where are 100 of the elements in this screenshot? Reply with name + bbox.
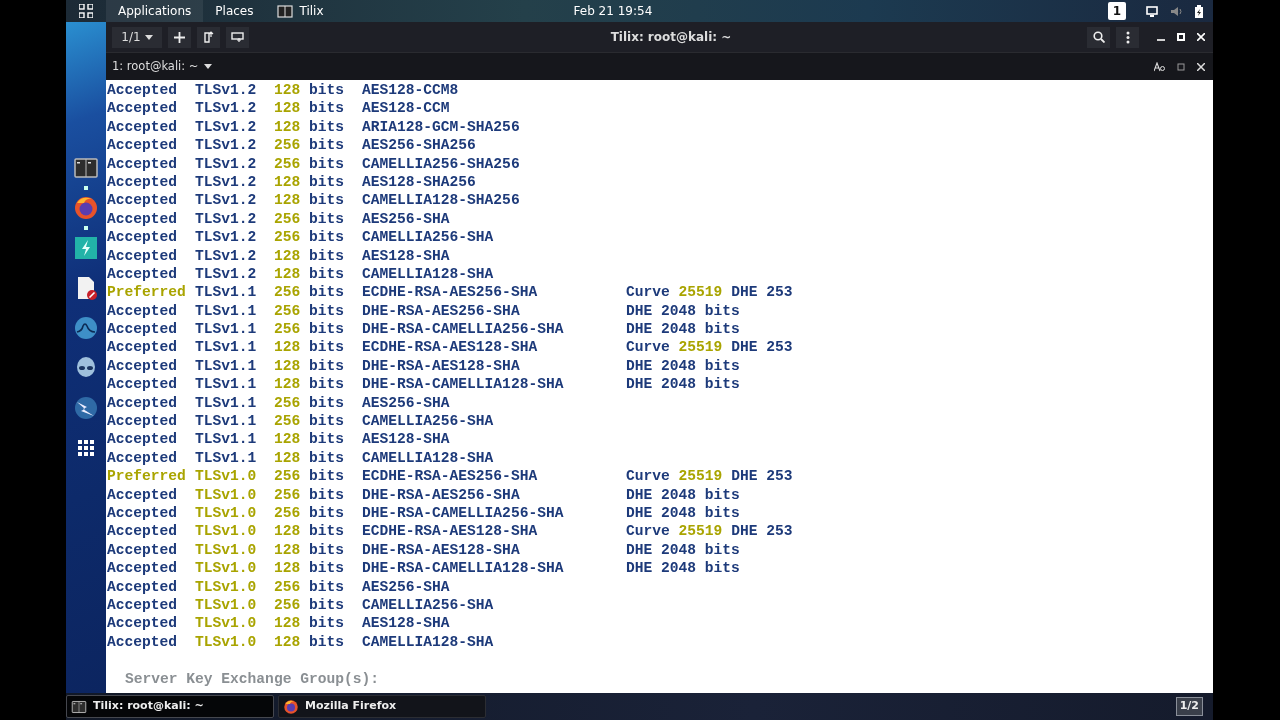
caret-icon [144,34,153,40]
lightning-icon[interactable] [73,395,99,421]
status-text: Accepted [107,117,179,137]
menu-button[interactable] [1116,26,1139,48]
bits-text: 256 [274,320,302,339]
status-text: Accepted [107,632,179,652]
status-text: Preferred [107,283,187,302]
terminal-icon[interactable] [73,155,99,181]
unit-text: bits [309,99,346,118]
protocol-text: TLSv1.2 [195,172,258,192]
unit-text: bits [309,559,346,578]
cipher-text: AES128-SHA256 [362,172,477,192]
session-dropdown[interactable]: 1/1 [112,26,162,48]
apps-grid-icon[interactable] [79,4,93,18]
workspace-indicator[interactable]: 1/2 [1175,697,1203,716]
unit-text: bits [309,117,346,137]
menu-item[interactable]: Applications [106,0,204,22]
bits-text: 128 [274,614,302,633]
workspace-indicator[interactable]: 1 [1107,2,1126,20]
bolt-icon[interactable] [73,235,99,261]
cipher-text: CAMELLIA128-SHA [362,264,495,284]
status-text: Accepted [107,136,179,155]
protocol-text: TLSv1.1 [195,320,258,339]
status-text: Accepted [107,301,179,321]
bits-text: 256 [274,467,302,486]
unit-text: bits [309,412,346,431]
status-text: Accepted [107,448,179,468]
plus-icon [174,31,185,43]
cipher-text: AES128-SHA [362,430,451,449]
bits-text: 128 [274,522,302,541]
status-text: Accepted [107,412,179,431]
search-icon [1092,31,1105,43]
cipher-text: AES256-SHA [362,577,451,596]
status-text: Accepted [107,430,179,449]
cipher-text: DHE-RSA-AES256-SHA [362,485,521,504]
font-size-icon[interactable] [1154,61,1165,72]
status-text: Accepted [107,485,179,504]
menu-icon [1125,30,1130,44]
status-text: Accepted [107,504,179,523]
unit-text: bits [309,540,346,560]
bits-text: 256 [274,301,302,321]
protocol-text: TLSv1.1 [195,356,258,376]
display-icon[interactable] [1146,5,1158,17]
bits-text: 256 [274,209,302,229]
bits-text: 256 [274,154,302,173]
fin-icon[interactable] [73,315,99,341]
split-button[interactable] [226,26,249,48]
split-button[interactable] [197,26,220,48]
browser-icon[interactable] [73,195,99,221]
status-text: Accepted [107,228,179,247]
cipher-text: DHE-RSA-AES256-SHA [362,301,521,321]
caret-icon [204,64,213,69]
cipher-text: AES128-SHA [362,246,451,265]
key-info-text: DHE 2048 bits [626,540,740,560]
key-info-text: Curve [626,467,670,486]
status-text: Accepted [107,356,179,376]
protocol-text: TLSv1.0 [195,467,258,486]
search-button[interactable] [1087,26,1110,48]
window-title: Tilix: root@kali: ~ [609,29,733,46]
split-icon [203,31,214,43]
unit-text: bits [309,191,346,210]
bits-text: 128 [274,540,302,560]
terminal-icon [71,698,87,715]
cipher-text: AES256-SHA [362,209,451,229]
key-info-text: DHE 2048 bits [626,559,740,578]
browser-icon [283,698,299,715]
bits-text: 256 [274,504,302,523]
taskbar-button[interactable]: Mozilla Firefox [278,695,486,718]
cipher-text: DHE-RSA-CAMELLIA256-SHA [362,320,565,339]
key-info-text: DHE 2048 bits [626,356,740,376]
cipher-text: ECDHE-RSA-AES256-SHA [362,283,539,302]
unit-text: bits [309,301,346,321]
protocol-text: TLSv1.2 [195,246,258,265]
menu-item[interactable]: Tilix [265,0,336,22]
menu-item[interactable]: Places [203,0,266,22]
close-icon[interactable] [1197,62,1205,71]
clock[interactable]: Feb 21 19:54 [573,2,653,20]
protocol-text: TLSv1.0 [195,632,258,652]
bits-text: 256 [274,412,302,431]
bits-text: 128 [274,559,302,578]
protocol-text: TLSv1.2 [195,209,258,229]
unit-text: bits [309,338,346,357]
status-text: Accepted [107,522,179,541]
protocol-text: TLSv1.1 [195,375,258,394]
speaker-icon[interactable] [1170,5,1183,17]
unit-text: bits [309,485,346,504]
terminal-icon [277,4,294,18]
battery-icon[interactable] [1195,4,1203,18]
status-text: Accepted [107,559,179,578]
key-info-text: DHE 2048 bits [626,320,740,339]
status-text: Accepted [107,320,179,339]
cipher-text: ECDHE-RSA-AES128-SHA [362,522,539,541]
protocol-text: TLSv1.0 [195,504,258,523]
add-button[interactable] [168,26,191,48]
bits-text: 128 [274,632,302,652]
bits-text: 256 [274,283,302,302]
bits-text: 128 [274,448,302,468]
taskbar-button[interactable]: Tilix: root@kali: ~ [66,695,274,718]
terminal-tab[interactable]: 1: root@kali: ~ [110,57,215,76]
unit-text: bits [309,448,346,468]
